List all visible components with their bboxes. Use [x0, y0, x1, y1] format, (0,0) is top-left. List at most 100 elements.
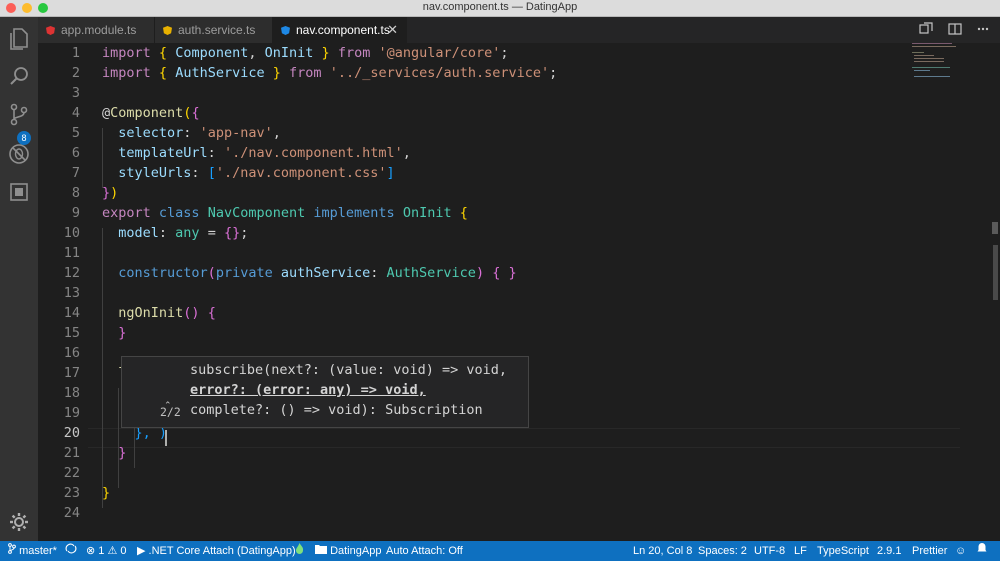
activity-bar: 8 — [0, 17, 38, 541]
folder-label: DatingApp — [330, 545, 382, 557]
title-bar: nav.component.ts — DatingApp — [0, 0, 1000, 17]
line-number: 15 — [63, 325, 80, 341]
text-cursor — [165, 430, 167, 446]
notifications-icon[interactable] — [976, 541, 988, 561]
tab-label: app.module.ts — [61, 23, 137, 37]
code-line-23: } — [102, 485, 111, 501]
line-number: 8 — [71, 185, 80, 201]
search-icon[interactable] — [6, 63, 32, 89]
line-number: 14 — [63, 305, 80, 321]
code-line-15: } — [118, 325, 127, 341]
code-line-21: } — [118, 445, 127, 461]
feedback-icon[interactable]: ☺ — [955, 541, 966, 561]
line-number: 12 — [63, 265, 80, 281]
warning-count: 0 — [120, 545, 127, 557]
minimap[interactable] — [910, 43, 990, 83]
code-line-14: ngOnInit() { — [118, 305, 216, 321]
line-number: 4 — [71, 105, 80, 121]
debug-config-label: .NET Core Attach (DatingApp) — [148, 545, 296, 557]
editor-actions — [919, 22, 990, 41]
language-mode[interactable]: TypeScript — [817, 541, 869, 561]
extensions-icon[interactable] — [6, 179, 32, 205]
code-line-6: templateUrl: './nav.component.html', — [118, 145, 411, 161]
tab-nav-component[interactable]: nav.component.ts ✕ — [273, 17, 407, 43]
open-changes-icon[interactable] — [919, 22, 933, 36]
line-number: 18 — [63, 385, 80, 401]
sync-icon[interactable] — [64, 541, 78, 561]
line-number: 16 — [63, 345, 80, 361]
line-number: 20 — [63, 425, 80, 441]
line-number: 21 — [63, 445, 80, 461]
line-number: 11 — [63, 245, 80, 261]
code-line-12: constructor(private authService: AuthSer… — [118, 265, 517, 281]
play-icon: ▶ — [137, 545, 146, 557]
tab-app-module[interactable]: app.module.ts — [38, 17, 155, 43]
auto-attach[interactable]: Auto Attach: Off — [386, 541, 463, 561]
tab-bar: app.module.ts auth.service.ts nav.compon… — [38, 17, 1000, 43]
tab-label: auth.service.ts — [178, 23, 256, 37]
files-icon[interactable] — [6, 25, 32, 51]
line-number: 5 — [71, 125, 80, 141]
code-line-8: }) — [102, 185, 119, 201]
line-number: 13 — [63, 285, 80, 301]
current-line-highlight — [88, 428, 960, 448]
line-number: 19 — [63, 405, 80, 421]
source-control-icon[interactable] — [6, 101, 32, 127]
signature-active-parameter: error?: (error: any) => void, — [190, 382, 426, 398]
branch-indicator[interactable]: master* — [8, 541, 57, 561]
line-number: 9 — [71, 205, 80, 221]
cursor-position[interactable]: Ln 20, Col 8 — [633, 541, 692, 561]
split-editor-icon[interactable] — [947, 22, 962, 36]
folder-icon — [315, 545, 327, 554]
code-line-7: styleUrls: ['./nav.component.css'] — [118, 165, 395, 181]
code-line-1: import { Component, OnInit } from '@angu… — [102, 45, 509, 61]
debug-icon[interactable] — [6, 141, 32, 167]
error-icon: ⊗ — [86, 545, 96, 557]
close-icon[interactable]: ✕ — [387, 17, 398, 43]
code-line-4: @Component({ — [102, 105, 200, 121]
tab-auth-service[interactable]: auth.service.ts — [155, 17, 273, 43]
prettier-indicator[interactable]: Prettier — [912, 541, 947, 561]
overload-counter: 2/2 — [160, 405, 181, 419]
folder-indicator[interactable]: DatingApp — [315, 541, 381, 561]
signature-line-1: subscribe(next?: (value: void) => void, — [190, 362, 507, 378]
error-count: 1 — [98, 545, 105, 557]
line-number: 22 — [63, 465, 80, 481]
code-line-10: model: any = {}; — [118, 225, 249, 241]
git-branch-icon — [8, 543, 16, 554]
more-actions-icon[interactable] — [976, 22, 990, 36]
line-number: 3 — [71, 85, 80, 101]
gear-icon[interactable] — [6, 509, 32, 535]
line-number: 24 — [63, 505, 80, 521]
code-line-2: import { AuthService } from '../_service… — [102, 65, 558, 81]
problems-indicator[interactable]: ⊗ 1 ⚠ 0 — [86, 541, 127, 561]
flame-icon[interactable] — [295, 541, 304, 561]
tab-label: nav.component.ts — [296, 23, 390, 37]
code-editor[interactable]: 1 2 3 4 5 6 7 8 9 10 11 12 13 14 15 16 17 18 19 20 21 22 23 24 … — [38, 43, 960, 541]
debug-config[interactable]: ▶ .NET Core Attach (DatingApp) — [137, 541, 296, 561]
code-line-9: export class NavComponent implements OnI… — [102, 205, 468, 221]
warning-icon: ⚠ — [107, 545, 118, 557]
scrollbar-thumb[interactable] — [993, 245, 998, 300]
line-number: 17 — [63, 365, 80, 381]
scrollbar-marker — [992, 222, 998, 234]
typescript-version[interactable]: 2.9.1 — [877, 541, 901, 561]
line-number: 2 — [71, 65, 80, 81]
line-number: 6 — [71, 145, 80, 161]
angular-icon — [46, 26, 55, 35]
parameter-hints-widget: ⌃ 2/2 subscribe(next?: (value: void) => … — [121, 356, 529, 428]
line-number: 23 — [63, 485, 80, 501]
signature-line-3: complete?: () => void): Subscription — [190, 402, 483, 418]
window-title: nav.component.ts — DatingApp — [422, 1, 578, 13]
indentation[interactable]: Spaces: 2 — [698, 541, 747, 561]
code-line-5: selector: 'app-nav', — [118, 125, 281, 141]
branch-name: master* — [19, 545, 57, 557]
encoding[interactable]: UTF-8 — [754, 541, 785, 561]
line-number: 7 — [71, 165, 80, 181]
line-number: 10 — [63, 225, 80, 241]
line-number: 1 — [71, 45, 80, 61]
angular-icon — [281, 26, 290, 35]
end-of-line[interactable]: LF — [794, 541, 807, 561]
angular-icon — [163, 26, 172, 35]
status-bar: master* ⊗ 1 ⚠ 0 ▶ .NET Core Attach (Dati… — [0, 541, 1000, 561]
